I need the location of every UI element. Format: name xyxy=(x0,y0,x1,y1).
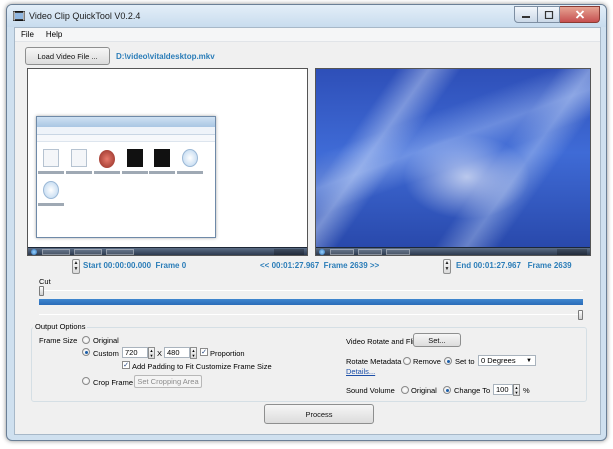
rotate-flip-set-button[interactable]: Set... xyxy=(413,333,461,347)
set-cropping-area-button[interactable]: Set Cropping Area xyxy=(134,375,202,388)
minimize-icon xyxy=(522,15,530,18)
arrow-down-icon: ▼ xyxy=(444,266,450,273)
frame-width-input[interactable]: 720 xyxy=(122,347,148,358)
frame-navigation: ▲ ▼ Start 00:00:00.000 Frame 0 << 00:01:… xyxy=(15,259,600,275)
proportion-label[interactable]: Proportion xyxy=(210,349,245,358)
cut-end-handle[interactable] xyxy=(578,310,583,320)
menu-bar: File Help xyxy=(15,28,600,42)
start-frame-stepper[interactable]: ▲ ▼ xyxy=(72,259,80,274)
globe-icon xyxy=(182,149,198,167)
frame-size-label: Frame Size xyxy=(39,336,78,345)
preview-taskbar xyxy=(28,247,307,255)
sound-change-label[interactable]: Change To xyxy=(454,386,490,395)
sound-volume-input[interactable]: 100 xyxy=(493,384,513,395)
close-button[interactable] xyxy=(560,6,600,23)
duration-readout: << 00:01:27.967 Frame 2639 >> xyxy=(260,261,380,270)
sound-unit: % xyxy=(523,386,530,395)
metadata-remove-radio[interactable] xyxy=(403,357,411,365)
file-icon xyxy=(43,149,59,167)
chevron-down-icon: ▼ xyxy=(526,358,532,364)
title-bar[interactable]: Video Clip QuickTool V0.2.4 xyxy=(7,5,606,27)
app-window: Video Clip QuickTool V0.2.4 File Help Lo… xyxy=(6,4,607,441)
load-video-button[interactable]: Load Video File ... xyxy=(25,47,110,65)
close-icon xyxy=(575,10,584,19)
process-button[interactable]: Process xyxy=(264,404,374,424)
rotate-metadata-label: Rotate Metadata xyxy=(346,357,402,366)
frame-size-custom-radio[interactable] xyxy=(82,348,90,356)
preview-start-frame xyxy=(27,68,308,256)
crop-frame-label[interactable]: Crop Frame xyxy=(93,378,133,387)
sound-original-radio[interactable] xyxy=(401,386,409,394)
padding-checkbox[interactable]: ✓ xyxy=(122,361,130,369)
sound-volume-stepper[interactable]: ▲ ▼ xyxy=(513,384,520,396)
globe-icon xyxy=(43,181,59,199)
sound-volume-label: Sound Volume xyxy=(346,386,395,395)
cut-label: Cut xyxy=(39,277,51,286)
preview-end-frame xyxy=(315,68,591,256)
end-time: End 00:01:27.967 Frame 2639 xyxy=(456,261,572,270)
frame-size-original-radio[interactable] xyxy=(82,336,90,344)
arrow-up-icon: ▲ xyxy=(444,259,450,266)
preview-taskbar xyxy=(316,247,590,255)
menu-file[interactable]: File xyxy=(15,28,40,42)
rotate-flip-label: Video Rotate and Flip xyxy=(346,337,418,346)
maximize-button[interactable] xyxy=(538,6,560,23)
metadata-set-to-label[interactable]: Set to xyxy=(455,357,475,366)
cut-start-handle[interactable] xyxy=(39,286,44,296)
cut-start-track[interactable] xyxy=(39,290,583,291)
frame-size-custom-label[interactable]: Custom xyxy=(93,349,119,358)
times-label: X xyxy=(157,349,163,358)
output-options-title: Output Options xyxy=(33,322,88,331)
client-area: File Help Load Video File ... D:\video\v… xyxy=(14,27,601,435)
maximize-icon xyxy=(544,10,553,19)
frame-width-stepper[interactable]: ▲ ▼ xyxy=(148,347,155,359)
frame-size-original-label[interactable]: Original xyxy=(93,336,119,345)
file-path: D:\video\vitaldesktop.mkv xyxy=(116,52,215,61)
start-time: Start 00:00:00.000 Frame 0 xyxy=(83,261,187,270)
proportion-checkbox[interactable]: ✓ xyxy=(200,348,208,356)
frame-height-input[interactable]: 480 xyxy=(164,347,190,358)
end-frame-stepper[interactable]: ▲ ▼ xyxy=(443,259,451,274)
metadata-details-link[interactable]: Details... xyxy=(346,367,375,376)
preview-explorer-window xyxy=(36,116,216,238)
sound-change-radio[interactable] xyxy=(443,386,451,394)
minimize-button[interactable] xyxy=(514,6,538,23)
cut-range-bar xyxy=(39,299,583,305)
file-icon xyxy=(71,149,87,167)
arrow-up-icon: ▲ xyxy=(73,259,79,266)
window-controls xyxy=(514,6,600,23)
crop-frame-radio[interactable] xyxy=(82,377,90,385)
frame-height-stepper[interactable]: ▲ ▼ xyxy=(190,347,197,359)
menu-help[interactable]: Help xyxy=(40,28,68,42)
qr-icon xyxy=(127,149,143,167)
cut-end-track[interactable] xyxy=(39,314,583,315)
metadata-degrees-value: 0 Degrees xyxy=(481,356,516,365)
metadata-remove-label[interactable]: Remove xyxy=(413,357,441,366)
sound-original-label[interactable]: Original xyxy=(411,386,437,395)
image-icon xyxy=(99,150,115,168)
metadata-degrees-select[interactable]: 0 Degrees ▼ xyxy=(478,355,536,366)
arrow-down-icon: ▼ xyxy=(73,266,79,273)
metadata-set-to-radio[interactable] xyxy=(444,357,452,365)
qr-icon xyxy=(154,149,170,167)
padding-label[interactable]: Add Padding to Fit Customize Frame Size xyxy=(132,362,272,371)
app-icon xyxy=(13,11,25,21)
window-title: Video Clip QuickTool V0.2.4 xyxy=(29,11,141,21)
